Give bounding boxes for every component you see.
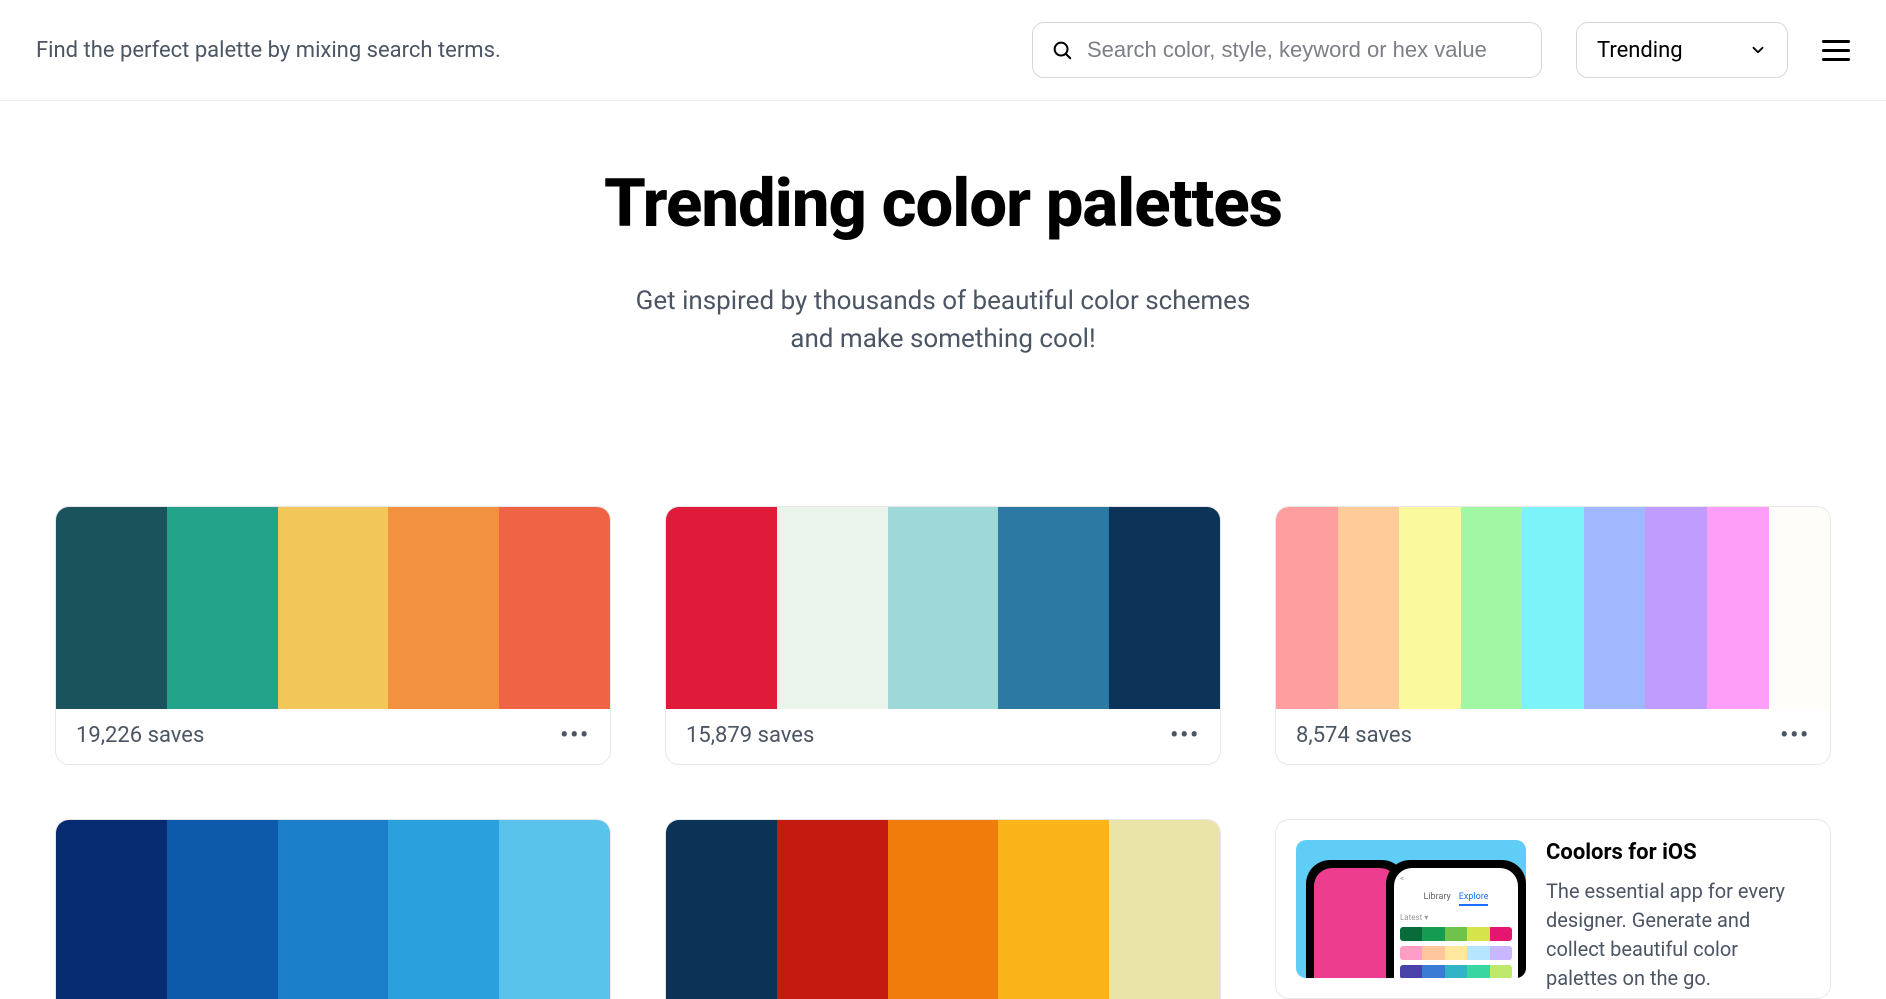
swatch[interactable] <box>1522 507 1584 709</box>
palette-card[interactable]: 8,574 saves ••• <box>1275 506 1831 765</box>
promo-card[interactable]: < LibraryExplore Latest ▾ Coolors for iO… <box>1275 819 1831 999</box>
swatch[interactable] <box>888 507 999 709</box>
palette-swatches <box>56 507 610 709</box>
more-icon[interactable]: ••• <box>1780 723 1810 748</box>
swatch[interactable] <box>1109 507 1220 709</box>
swatch[interactable] <box>1109 820 1220 999</box>
swatch[interactable] <box>388 820 499 999</box>
swatch[interactable] <box>1707 507 1769 709</box>
topbar: Find the perfect palette by mixing searc… <box>0 0 1886 101</box>
promo-image: < LibraryExplore Latest ▾ <box>1296 840 1526 978</box>
search-input[interactable] <box>1087 37 1523 63</box>
swatch[interactable] <box>1399 507 1461 709</box>
swatch[interactable] <box>998 820 1109 999</box>
swatch[interactable] <box>167 820 278 999</box>
saves-count: 8,574 saves <box>1296 723 1412 748</box>
more-icon[interactable]: ••• <box>1170 723 1200 748</box>
swatch[interactable] <box>278 820 389 999</box>
swatch[interactable] <box>1461 507 1523 709</box>
swatch[interactable] <box>56 507 167 709</box>
saves-count: 15,879 saves <box>686 723 814 748</box>
swatch[interactable] <box>998 507 1109 709</box>
palette-swatches <box>666 507 1220 709</box>
palette-card[interactable]: 15,879 saves ••• <box>665 506 1221 765</box>
palette-card[interactable] <box>55 819 611 999</box>
swatch[interactable] <box>499 820 610 999</box>
page-title: Trending color palettes <box>0 165 1886 243</box>
swatch[interactable] <box>1645 507 1707 709</box>
swatch[interactable] <box>499 507 610 709</box>
chevron-down-icon <box>1749 41 1767 59</box>
palette-card[interactable] <box>665 819 1221 999</box>
swatch[interactable] <box>388 507 499 709</box>
palette-swatches <box>56 820 610 999</box>
palette-swatches <box>1276 507 1830 709</box>
swatch[interactable] <box>278 507 389 709</box>
promo-body: The essential app for every designer. Ge… <box>1546 877 1810 993</box>
palette-card[interactable]: 19,226 saves ••• <box>55 506 611 765</box>
sort-dropdown[interactable]: Trending <box>1576 22 1788 78</box>
palette-grid: 19,226 saves ••• 15,879 saves ••• <box>0 358 1886 999</box>
topbar-hint: Find the perfect palette by mixing searc… <box>36 38 1032 63</box>
phone-mock-icon: < LibraryExplore Latest ▾ <box>1386 860 1526 978</box>
palette-swatches <box>666 820 1220 999</box>
swatch[interactable] <box>1769 507 1831 709</box>
search-icon <box>1051 39 1073 61</box>
promo-title: Coolors for iOS <box>1546 840 1810 865</box>
swatch[interactable] <box>1276 507 1338 709</box>
swatch[interactable] <box>167 507 278 709</box>
sort-label: Trending <box>1597 38 1683 63</box>
promo-text: Coolors for iOS The essential app for ev… <box>1546 840 1810 978</box>
hero: Trending color palettes Get inspired by … <box>0 101 1886 358</box>
page-subtitle: Get inspired by thousands of beautiful c… <box>623 283 1263 358</box>
swatch[interactable] <box>777 507 888 709</box>
swatch[interactable] <box>1584 507 1646 709</box>
swatch[interactable] <box>666 820 777 999</box>
swatch[interactable] <box>666 507 777 709</box>
more-icon[interactable]: ••• <box>560 723 590 748</box>
saves-count: 19,226 saves <box>76 723 204 748</box>
menu-icon[interactable] <box>1822 36 1850 64</box>
swatch[interactable] <box>888 820 999 999</box>
swatch[interactable] <box>56 820 167 999</box>
search-box[interactable] <box>1032 22 1542 78</box>
swatch[interactable] <box>777 820 888 999</box>
swatch[interactable] <box>1338 507 1400 709</box>
